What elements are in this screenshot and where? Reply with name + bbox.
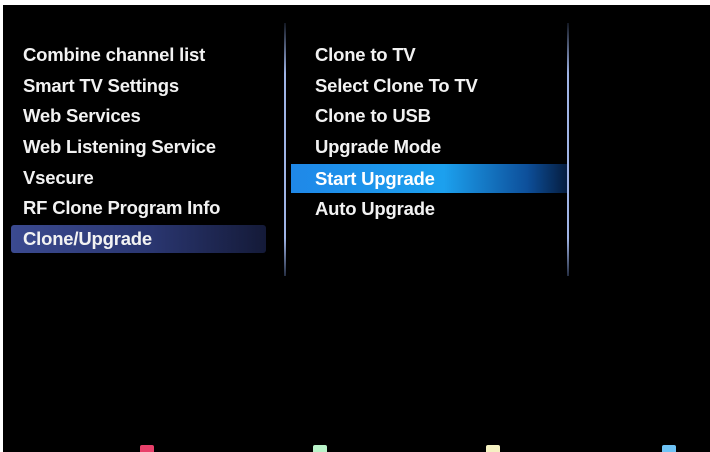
tv-screen: Combine channel list Smart TV Settings W…	[3, 5, 710, 452]
column-divider	[284, 23, 286, 276]
submenu-item-clone-to-tv[interactable]: Clone to TV	[291, 40, 569, 71]
menu-item-clone-upgrade[interactable]: Clone/Upgrade	[11, 225, 266, 254]
red-key-indicator[interactable]	[140, 445, 154, 452]
submenu-item-select-clone-to-tv[interactable]: Select Clone To TV	[291, 71, 569, 102]
submenu-item-auto-upgrade[interactable]: Auto Upgrade	[291, 194, 569, 225]
blue-key-indicator[interactable]	[662, 445, 676, 452]
column-divider	[567, 23, 569, 276]
green-key-indicator[interactable]	[313, 445, 327, 452]
menu-item-web-listening-service[interactable]: Web Listening Service	[11, 132, 266, 163]
submenu-item-upgrade-mode[interactable]: Upgrade Mode	[291, 132, 569, 163]
yellow-key-indicator[interactable]	[486, 445, 500, 452]
submenu-item-clone-to-usb[interactable]: Clone to USB	[291, 101, 569, 132]
menu-item-combine-channel-list[interactable]: Combine channel list	[11, 40, 266, 71]
menu-item-smart-tv-settings[interactable]: Smart TV Settings	[11, 71, 266, 102]
menu-item-web-services[interactable]: Web Services	[11, 101, 266, 132]
menu-item-rf-clone-program-info[interactable]: RF Clone Program Info	[11, 193, 266, 224]
settings-menu-left: Combine channel list Smart TV Settings W…	[11, 40, 266, 254]
menu-item-vsecure[interactable]: Vsecure	[11, 163, 266, 194]
submenu-item-start-upgrade[interactable]: Start Upgrade	[291, 163, 569, 193]
clone-upgrade-submenu: Clone to TV Select Clone To TV Clone to …	[291, 40, 569, 224]
